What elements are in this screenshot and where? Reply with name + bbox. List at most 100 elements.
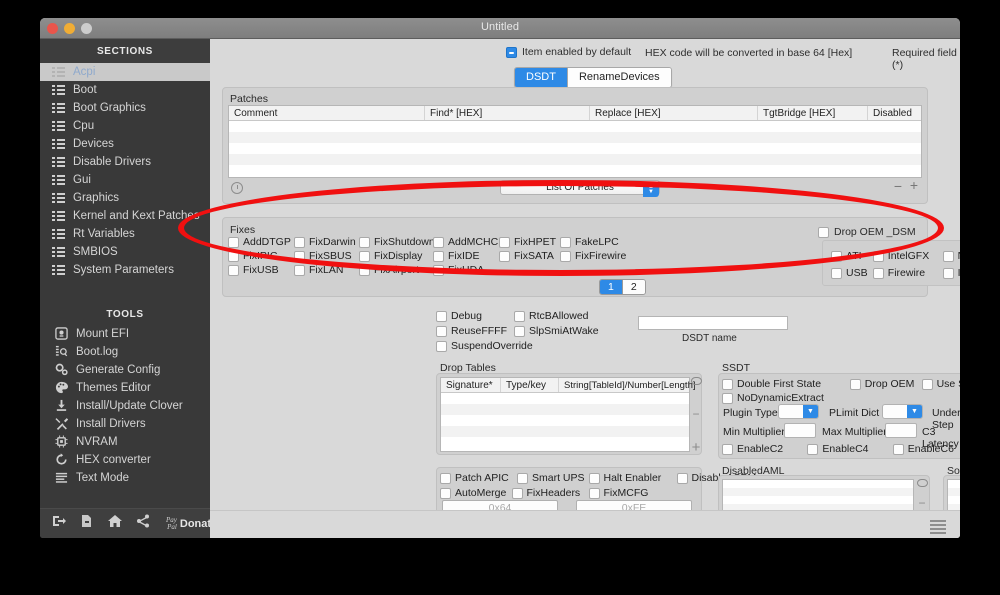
fix-fixsbus[interactable]: FixSBUS bbox=[294, 249, 352, 263]
fix-fixhda[interactable]: FixHDA bbox=[433, 263, 484, 277]
tool-item-generate-config[interactable]: Generate Config bbox=[40, 361, 210, 379]
tool-item-nvram[interactable]: NVRAM bbox=[40, 433, 210, 451]
item-enabled-by-default-checkbox[interactable]: Item enabled by default bbox=[506, 46, 631, 58]
fix-fixairport[interactable]: FixAirport bbox=[359, 263, 419, 277]
patches-table[interactable]: Comment Find* [HEX] Replace [HEX] TgtBri… bbox=[228, 105, 922, 178]
flag-smart-ups[interactable]: Smart UPS bbox=[517, 471, 585, 485]
fix-fixusb[interactable]: FixUSB bbox=[228, 263, 279, 277]
sidebar-item-boot[interactable]: Boot bbox=[40, 81, 210, 99]
list-item[interactable] bbox=[948, 480, 960, 488]
dsm-ati[interactable]: ATI bbox=[831, 249, 862, 263]
sidebar-item-rt-variables[interactable]: Rt Variables bbox=[40, 225, 210, 243]
ssdt-drop-oem[interactable]: Drop OEM bbox=[849, 377, 914, 391]
add-patch-button[interactable]: + bbox=[910, 178, 918, 192]
table-row[interactable] bbox=[441, 393, 689, 404]
tab-dsdt[interactable]: DSDT bbox=[515, 68, 567, 87]
home-icon[interactable] bbox=[108, 514, 122, 533]
fix-fixdarwin[interactable]: FixDarwin bbox=[294, 235, 356, 249]
list-item[interactable] bbox=[723, 480, 913, 488]
ssdt-nodynamicextract[interactable]: NoDynamicExtract bbox=[722, 391, 824, 405]
tab-renamedevices[interactable]: RenameDevices bbox=[566, 68, 671, 87]
opt-rtcballowed[interactable]: RtcBAllowed bbox=[514, 309, 589, 323]
fix-fixshutdown[interactable]: FixShutdown bbox=[359, 235, 435, 249]
sidebar-item-smbios[interactable]: SMBIOS bbox=[40, 243, 210, 261]
sidebar-item-kernel-and-kext-patches[interactable]: Kernel and Kext Patches bbox=[40, 207, 210, 225]
sidebar-item-acpi[interactable]: Acpi bbox=[40, 63, 210, 81]
min-multiplier-input[interactable] bbox=[784, 423, 816, 438]
tool-item-install-drivers[interactable]: Install Drivers bbox=[40, 415, 210, 433]
max-multiplier-input[interactable] bbox=[885, 423, 917, 438]
fix-fakelpc[interactable]: FakeLPC bbox=[560, 235, 619, 249]
export-icon[interactable] bbox=[80, 514, 94, 533]
table-row[interactable] bbox=[229, 154, 921, 165]
fixes-page-2[interactable]: 2 bbox=[621, 280, 645, 294]
flag-patch-apic[interactable]: Patch APIC bbox=[440, 471, 509, 485]
fix-addmchc[interactable]: AddMCHC bbox=[433, 235, 498, 249]
dsm-intelgfx[interactable]: IntelGFX bbox=[872, 249, 929, 263]
dsm-nvidia[interactable]: NVidia bbox=[942, 249, 960, 263]
ssdt-enablec4[interactable]: EnableC4 bbox=[807, 442, 869, 456]
list-item[interactable] bbox=[723, 496, 913, 504]
import-icon[interactable] bbox=[52, 514, 66, 533]
table-row[interactable] bbox=[229, 143, 921, 154]
tool-item-boot-log[interactable]: Boot.log bbox=[40, 343, 210, 361]
share-icon[interactable] bbox=[136, 514, 150, 533]
ssdt-double-first-state[interactable]: Double First State bbox=[722, 377, 821, 391]
eye-icon[interactable] bbox=[916, 479, 928, 487]
chevron-updown-icon[interactable]: ▲ ▼ bbox=[643, 182, 659, 197]
ssdt-enablec6[interactable]: EnableC6 bbox=[892, 442, 954, 456]
opt-slpsmiatwake[interactable]: SlpSmiAtWake bbox=[514, 324, 599, 338]
ssdt-use-systemio[interactable]: Use SystemIO bbox=[921, 377, 960, 391]
fix-fixipic[interactable]: FixIPIC bbox=[228, 249, 277, 263]
sidebar-item-disable-drivers[interactable]: Disable Drivers bbox=[40, 153, 210, 171]
remove-drop-table-button[interactable]: − bbox=[692, 408, 699, 420]
remove-disabled-aml-button[interactable]: − bbox=[918, 497, 925, 509]
tool-item-themes-editor[interactable]: Themes Editor bbox=[40, 379, 210, 397]
ssdt-enablec2[interactable]: EnableC2 bbox=[722, 442, 783, 456]
list-item[interactable] bbox=[948, 496, 960, 504]
fix-fixhpet[interactable]: FixHPET bbox=[499, 235, 556, 249]
opt-reuseffff[interactable]: ReuseFFFF bbox=[436, 324, 507, 338]
opt-suspendoverride[interactable]: SuspendOverride bbox=[436, 339, 533, 353]
plugin-type-select[interactable]: ▼ bbox=[778, 404, 819, 419]
drop-oem-dsm-checkbox[interactable]: Drop OEM _DSM bbox=[818, 226, 916, 238]
fix-fixfirewire[interactable]: FixFirewire bbox=[560, 249, 626, 263]
list-item[interactable] bbox=[723, 488, 913, 496]
opt-debug[interactable]: Debug bbox=[436, 309, 482, 323]
table-row[interactable] bbox=[229, 121, 921, 132]
plimit-dict-select[interactable]: ▼ bbox=[882, 404, 923, 419]
menu-icon[interactable] bbox=[930, 520, 946, 536]
sidebar-item-system-parameters[interactable]: System Parameters bbox=[40, 261, 210, 279]
dsm-ide[interactable]: IDE bbox=[942, 266, 960, 280]
sidebar-item-cpu[interactable]: Cpu bbox=[40, 117, 210, 135]
tool-item-install-update-clover[interactable]: Install/Update Clover bbox=[40, 397, 210, 415]
table-row[interactable] bbox=[441, 437, 689, 448]
list-of-patches-select[interactable]: List Of Patches ▲ ▼ bbox=[500, 180, 660, 197]
tool-item-mount-efi[interactable]: Mount EFI bbox=[40, 325, 210, 343]
dsm-usb[interactable]: USB bbox=[831, 266, 868, 280]
table-row[interactable] bbox=[229, 165, 921, 176]
table-row[interactable] bbox=[441, 404, 689, 415]
fix-fixlan[interactable]: FixLAN bbox=[294, 263, 343, 277]
history-icon[interactable] bbox=[231, 181, 243, 194]
fix-adddtgp[interactable]: AddDTGP bbox=[228, 235, 291, 249]
flag-automerge[interactable]: AutoMerge bbox=[440, 486, 506, 500]
tool-item-hex-converter[interactable]: HEX converter bbox=[40, 451, 210, 469]
table-row[interactable] bbox=[229, 132, 921, 143]
tool-item-text-mode[interactable]: Text Mode bbox=[40, 469, 210, 487]
dsdt-name-input[interactable] bbox=[638, 316, 788, 330]
eye-icon[interactable] bbox=[690, 377, 702, 385]
list-item[interactable] bbox=[948, 488, 960, 496]
table-row[interactable] bbox=[441, 426, 689, 437]
add-drop-table-button[interactable]: + bbox=[692, 440, 701, 455]
flag-halt-enabler[interactable]: Halt Enabler bbox=[588, 471, 661, 485]
fixes-page-1[interactable]: 1 bbox=[600, 280, 622, 294]
remove-patch-button[interactable]: − bbox=[894, 179, 902, 193]
table-row[interactable] bbox=[441, 415, 689, 426]
sidebar-item-graphics[interactable]: Graphics bbox=[40, 189, 210, 207]
sidebar-item-devices[interactable]: Devices bbox=[40, 135, 210, 153]
flag-fixheaders[interactable]: FixHeaders bbox=[511, 486, 580, 500]
sidebar-item-gui[interactable]: Gui bbox=[40, 171, 210, 189]
sidebar-item-boot-graphics[interactable]: Boot Graphics bbox=[40, 99, 210, 117]
dsm-firewire[interactable]: Firewire bbox=[872, 266, 925, 280]
